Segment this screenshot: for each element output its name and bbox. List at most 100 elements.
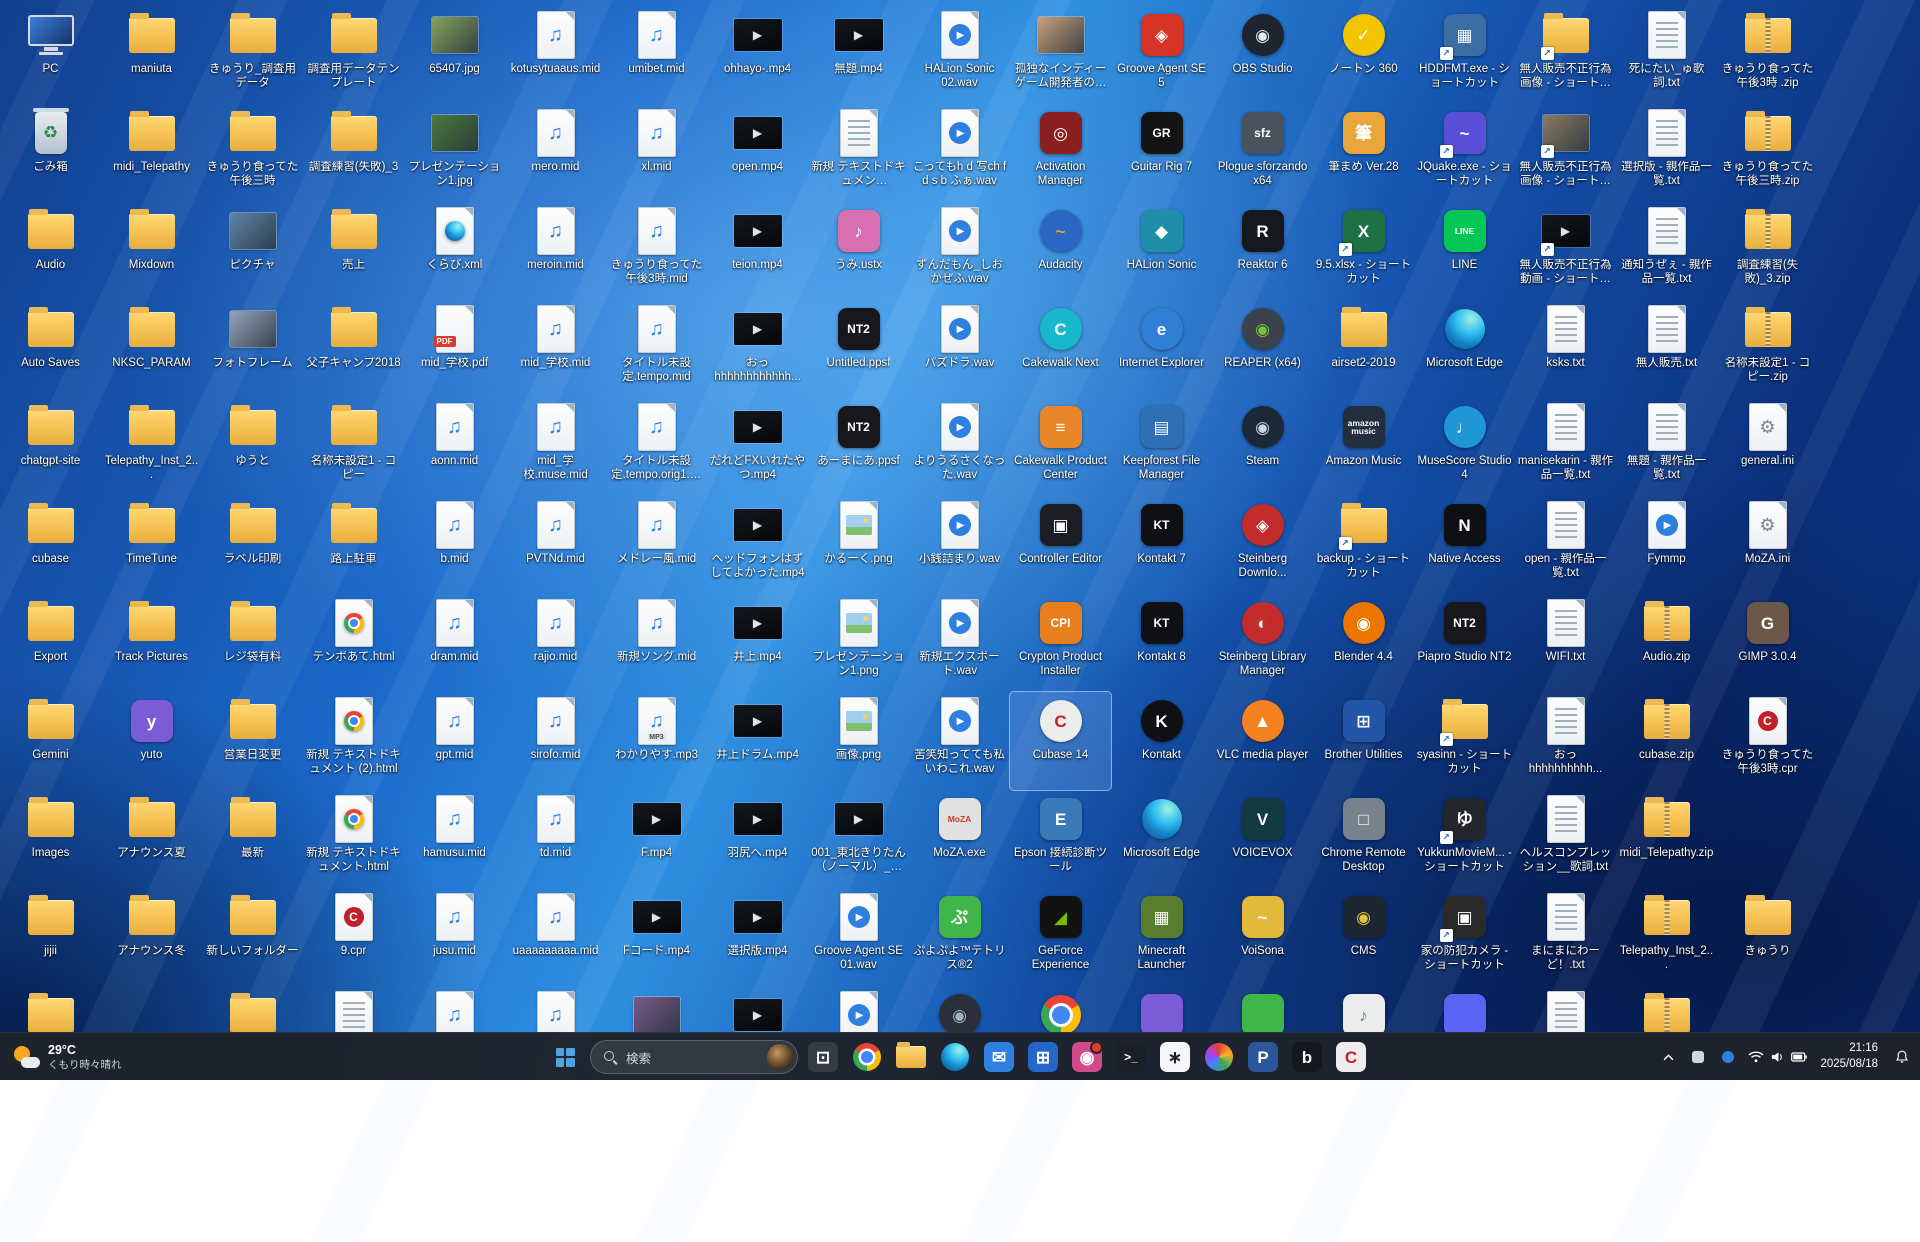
desktop-icon[interactable]: KTKontakt 8 bbox=[1111, 594, 1212, 692]
desktop-icon[interactable]: NT2Piapro Studio NT2 bbox=[1414, 594, 1515, 692]
file-explorer-icon[interactable] bbox=[891, 1037, 931, 1077]
desktop-icon[interactable]: ♫aonn.mid bbox=[404, 398, 505, 496]
desktop-icon[interactable]: 孤独なインディーゲーム開発者の一生... bbox=[1010, 6, 1111, 104]
desktop-icon[interactable]: ▶おっhhhhhhhhhhhh... bbox=[707, 300, 808, 398]
desktop-icon[interactable]: Audio.zip bbox=[1616, 594, 1717, 692]
desktop-icon[interactable]: □Chrome Remote Desktop bbox=[1313, 790, 1414, 888]
desktop-icon[interactable]: ▶井上.mp4 bbox=[707, 594, 808, 692]
photos-icon[interactable] bbox=[1199, 1037, 1239, 1077]
desktop-icon[interactable]: きゅうり bbox=[1717, 888, 1818, 986]
desktop-icon[interactable]: 父子キャンプ2018 bbox=[303, 300, 404, 398]
desktop-icon[interactable]: ▶open.mp4 bbox=[707, 104, 808, 202]
desktop-icon[interactable] bbox=[303, 986, 404, 1032]
start-button[interactable] bbox=[545, 1037, 585, 1077]
desktop-icon[interactable]: ▶こってもh d 写ch f d s b ふぁ.wav bbox=[909, 104, 1010, 202]
desktop-icon[interactable]: ぷぷよぷよ™テトリス®2 bbox=[909, 888, 1010, 986]
desktop-icon[interactable]: ◐Steinberg Library Manager bbox=[1212, 594, 1313, 692]
desktop-icon[interactable]: ♫mero.mid bbox=[505, 104, 606, 202]
desktop-icon[interactable]: ♫gpt.mid bbox=[404, 692, 505, 790]
desktop-icon[interactable]: ♫MP3わかりやす.mp3 bbox=[606, 692, 707, 790]
desktop-icon[interactable]: ゆ↗YukkunMovieM... - ショートカット bbox=[1414, 790, 1515, 888]
desktop-icon[interactable]: NT2あーまにあ.ppsf bbox=[808, 398, 909, 496]
desktop-icon[interactable]: ▣Controller Editor bbox=[1010, 496, 1111, 594]
desktop-icon[interactable]: ▶パズドラ.wav bbox=[909, 300, 1010, 398]
desktop-icon[interactable]: 調査用データテンプレート bbox=[303, 6, 404, 104]
desktop-icon[interactable]: jijii bbox=[0, 888, 101, 986]
desktop-icon[interactable]: 調査練習(失敗)_3 bbox=[303, 104, 404, 202]
desktop-icon[interactable]: maniuta bbox=[101, 6, 202, 104]
microsoft-store-icon[interactable]: ⊞ bbox=[1023, 1037, 1063, 1077]
desktop-icon[interactable]: ラベル印刷 bbox=[202, 496, 303, 594]
desktop-icon[interactable]: テンポあて.html bbox=[303, 594, 404, 692]
desktop-icon[interactable]: ♫タイトル未設定.tempo.orig1.mid bbox=[606, 398, 707, 496]
desktop-icon[interactable]: Cきゅうり食ってた午後3時.cpr bbox=[1717, 692, 1818, 790]
desktop-icon[interactable]: MoZAMoZA.exe bbox=[909, 790, 1010, 888]
desktop-icon[interactable]: おっhhhhhhhhhh... bbox=[1515, 692, 1616, 790]
desktop-icon[interactable]: ksks.txt bbox=[1515, 300, 1616, 398]
desktop-icon[interactable]: ♫PVTNd.mid bbox=[505, 496, 606, 594]
desktop-icon[interactable]: midi_Telepathy bbox=[101, 104, 202, 202]
desktop-icon[interactable]: Export bbox=[0, 594, 101, 692]
desktop-icon[interactable]: ♪ bbox=[1313, 986, 1414, 1032]
desktop-icon[interactable]: ▶Fコード.mp4 bbox=[606, 888, 707, 986]
desktop-icon[interactable]: Auto Saves bbox=[0, 300, 101, 398]
desktop-icon[interactable]: 新しいフォルダー bbox=[202, 888, 303, 986]
desktop-icon[interactable]: かるーく.png bbox=[808, 496, 909, 594]
desktop-icon[interactable]: きゅうり_調査用データ bbox=[202, 6, 303, 104]
cubase-icon[interactable]: C bbox=[1331, 1037, 1371, 1077]
desktop-icon[interactable]: EEpson 接続診断ツール bbox=[1010, 790, 1111, 888]
desktop-icon[interactable]: TimeTune bbox=[101, 496, 202, 594]
desktop-icon[interactable]: 名称未設定1 - コピー.zip bbox=[1717, 300, 1818, 398]
desktop-icon[interactable]: 売上 bbox=[303, 202, 404, 300]
desktop-icon[interactable]: ♫kotusytuaaus.mid bbox=[505, 6, 606, 104]
desktop-icon[interactable]: ⊞Brother Utilities bbox=[1313, 692, 1414, 790]
desktop-icon[interactable]: ✓ノートン 360 bbox=[1313, 6, 1414, 104]
desktop-icon[interactable]: ▶ohhayo-.mp4 bbox=[707, 6, 808, 104]
desktop-icon[interactable]: 新規 テキストドキュメント.html bbox=[303, 790, 404, 888]
desktop-icon[interactable]: ◎Activation Manager bbox=[1010, 104, 1111, 202]
desktop-icon[interactable]: ♫sirofo.mid bbox=[505, 692, 606, 790]
desktop-icon[interactable]: Images bbox=[0, 790, 101, 888]
desktop-icon[interactable]: Gemini bbox=[0, 692, 101, 790]
desktop-icon[interactable]: 画像.png bbox=[808, 692, 909, 790]
chrome-icon[interactable] bbox=[847, 1037, 887, 1077]
task-view-icon[interactable]: ⊡ bbox=[803, 1037, 843, 1077]
desktop-icon[interactable]: 無題 - 親作品一覧.txt bbox=[1616, 398, 1717, 496]
desktop-icon[interactable]: ♪うみ.ustx bbox=[808, 202, 909, 300]
desktop-icon[interactable] bbox=[606, 986, 707, 1032]
tray-app-2[interactable] bbox=[1714, 1037, 1742, 1077]
desktop-icon[interactable]: ◆HALion Sonic bbox=[1111, 202, 1212, 300]
desktop-icon[interactable]: ▶teion.mp4 bbox=[707, 202, 808, 300]
desktop-icon[interactable]: VVOICEVOX bbox=[1212, 790, 1313, 888]
desktop-icon[interactable]: ♩MuseScore Studio 4 bbox=[1414, 398, 1515, 496]
desktop-icon[interactable]: NT2Untitled.ppsf bbox=[808, 300, 909, 398]
desktop-icon[interactable]: きゅうり食ってた午後三時.zip bbox=[1717, 104, 1818, 202]
desktop-icon[interactable]: ⚙general.ini bbox=[1717, 398, 1818, 496]
desktop-icon[interactable]: くらび.xml bbox=[404, 202, 505, 300]
terminal-icon[interactable]: >_ bbox=[1111, 1037, 1151, 1077]
desktop-icon[interactable]: ▦↗HDDFMT.exe - ショートカット bbox=[1414, 6, 1515, 104]
desktop-icon[interactable]: ▶苦笑知ってても私いわこれ.wav bbox=[909, 692, 1010, 790]
edge-icon[interactable] bbox=[935, 1037, 975, 1077]
desktop-icon[interactable]: ◉Blender 4.4 bbox=[1313, 594, 1414, 692]
desktop-icon[interactable]: ▶だれどFXいれたやつ.mp4 bbox=[707, 398, 808, 496]
desktop-icon[interactable]: Microsoft Edge bbox=[1111, 790, 1212, 888]
desktop-icon[interactable]: Microsoft Edge bbox=[1414, 300, 1515, 398]
desktop-icon[interactable]: manisekarin - 親作品一覧.txt bbox=[1515, 398, 1616, 496]
desktop-icon[interactable]: Track Pictures bbox=[101, 594, 202, 692]
desktop-icon[interactable]: ~Audacity bbox=[1010, 202, 1111, 300]
desktop-icon[interactable]: GGIMP 3.0.4 bbox=[1717, 594, 1818, 692]
desktop-icon[interactable]: ♫umibet.mid bbox=[606, 6, 707, 104]
desktop-icon[interactable]: RReaktor 6 bbox=[1212, 202, 1313, 300]
desktop-icon[interactable]: 調査練習(失敗)_3.zip bbox=[1717, 202, 1818, 300]
desktop-icon[interactable]: ↗無人販売不正行為画像 - ショートカット bbox=[1515, 104, 1616, 202]
mail-icon[interactable]: ✉ bbox=[979, 1037, 1019, 1077]
desktop-icon[interactable]: ♫新規ソング.mid bbox=[606, 594, 707, 692]
desktop-icon[interactable]: CPICrypton Product Installer bbox=[1010, 594, 1111, 692]
desktop-icon[interactable]: ▦Minecraft Launcher bbox=[1111, 888, 1212, 986]
desktop-icon[interactable]: ~↗JQuake.exe - ショートカット bbox=[1414, 104, 1515, 202]
desktop-icon[interactable]: 新規 テキストドキュメント.musicxml bbox=[808, 104, 909, 202]
desktop-icon[interactable]: プレゼンテーション1.jpg bbox=[404, 104, 505, 202]
desktop-icon[interactable]: C9.cpr bbox=[303, 888, 404, 986]
desktop-icon[interactable]: 路上駐車 bbox=[303, 496, 404, 594]
